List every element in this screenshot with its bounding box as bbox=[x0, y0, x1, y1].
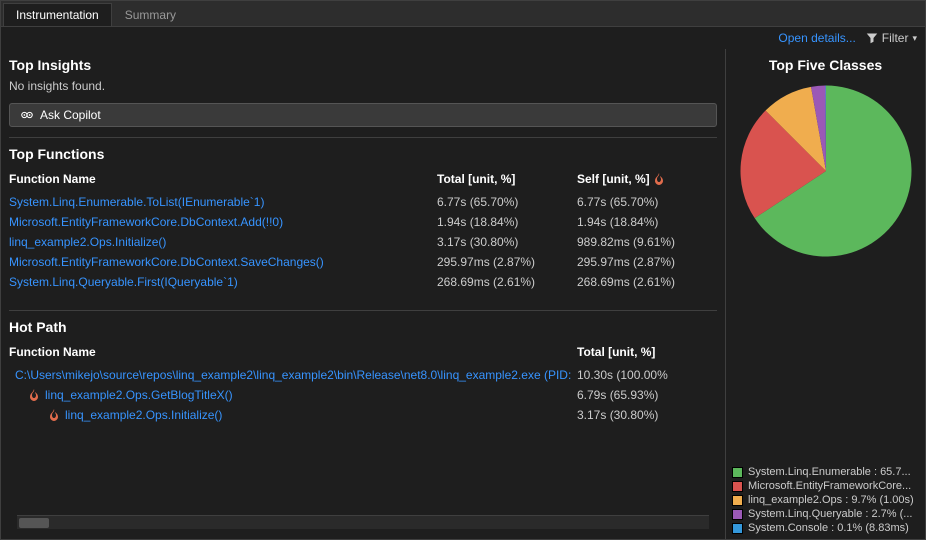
legend-label: Microsoft.EntityFrameworkCore... bbox=[748, 480, 911, 492]
tab-instrumentation[interactable]: Instrumentation bbox=[3, 3, 112, 26]
self-cell: 268.69ms (2.61%) bbox=[577, 275, 717, 289]
col-header-total[interactable]: Total [unit, %] bbox=[437, 172, 577, 186]
chevron-down-icon: ▾ bbox=[912, 33, 917, 44]
legend-item[interactable]: System.Linq.Queryable : 2.7% (... bbox=[732, 507, 919, 521]
table-row: Microsoft.EntityFrameworkCore.DbContext.… bbox=[9, 252, 717, 272]
total-cell: 1.94s (18.84%) bbox=[437, 215, 577, 229]
scrollbar-thumb[interactable] bbox=[19, 518, 49, 528]
self-cell: 295.97ms (2.87%) bbox=[577, 255, 717, 269]
self-cell: 1.94s (18.84%) bbox=[577, 215, 717, 229]
legend-label: System.Linq.Enumerable : 65.7... bbox=[748, 466, 911, 478]
hot-path-name: C:\Users\mikejo\source\repos\linq_exampl… bbox=[9, 368, 571, 382]
flame-icon bbox=[49, 409, 59, 421]
hot-path-row: C:\Users\mikejo\source\repos\linq_exampl… bbox=[9, 365, 717, 385]
horizontal-scrollbar[interactable] bbox=[17, 515, 709, 529]
function-link[interactable]: linq_example2.Ops.Initialize() bbox=[65, 408, 222, 422]
col-header-name[interactable]: Function Name bbox=[9, 172, 437, 186]
legend-item[interactable]: Microsoft.EntityFrameworkCore... bbox=[732, 479, 919, 493]
tab-summary[interactable]: Summary bbox=[112, 3, 189, 26]
top-insights-title: Top Insights bbox=[9, 49, 717, 77]
copilot-icon bbox=[20, 108, 34, 122]
legend-label: System.Console : 0.1% (8.83ms) bbox=[748, 522, 909, 534]
col-header-self[interactable]: Self [unit, %] bbox=[577, 172, 717, 186]
legend-swatch bbox=[732, 481, 743, 492]
tab-bar: Instrumentation Summary bbox=[1, 1, 925, 27]
self-cell: 6.77s (65.70%) bbox=[577, 195, 717, 209]
hot-path-title: Hot Path bbox=[9, 311, 717, 339]
hot-path-name: linq_example2.Ops.GetBlogTitleX() bbox=[9, 388, 571, 402]
top-classes-pie-chart bbox=[736, 81, 916, 261]
function-link[interactable]: linq_example2.Ops.Initialize() bbox=[9, 235, 437, 249]
total-cell: 295.97ms (2.87%) bbox=[437, 255, 577, 269]
flame-icon bbox=[29, 389, 39, 401]
legend-item[interactable]: linq_example2.Ops : 9.7% (1.00s) bbox=[732, 493, 919, 507]
legend-swatch bbox=[732, 523, 743, 534]
total-cell: 268.69ms (2.61%) bbox=[437, 275, 577, 289]
self-cell: 989.82ms (9.61%) bbox=[577, 235, 717, 249]
function-link[interactable]: System.Linq.Enumerable.ToList(IEnumerabl… bbox=[9, 195, 437, 209]
legend-swatch bbox=[732, 495, 743, 506]
legend-swatch bbox=[732, 467, 743, 478]
top-classes-legend: System.Linq.Enumerable : 65.7... Microsof… bbox=[726, 461, 925, 539]
open-details-link[interactable]: Open details... bbox=[778, 31, 855, 45]
function-link[interactable]: C:\Users\mikejo\source\repos\linq_exampl… bbox=[15, 368, 571, 382]
filter-button[interactable]: Filter ▾ bbox=[866, 31, 917, 45]
hot-path-total: 6.79s (65.93%) bbox=[577, 388, 717, 402]
legend-swatch bbox=[732, 509, 743, 520]
flame-icon bbox=[654, 173, 664, 185]
hot-path-name: linq_example2.Ops.Initialize() bbox=[9, 408, 571, 422]
total-cell: 6.77s (65.70%) bbox=[437, 195, 577, 209]
no-insights-text: No insights found. bbox=[9, 77, 717, 103]
table-row: System.Linq.Enumerable.ToList(IEnumerabl… bbox=[9, 192, 717, 212]
legend-label: System.Linq.Queryable : 2.7% (... bbox=[748, 508, 912, 520]
top-classes-title: Top Five Classes bbox=[726, 49, 925, 77]
hot-path-total: 3.17s (30.80%) bbox=[577, 408, 717, 422]
legend-item[interactable]: System.Linq.Enumerable : 65.7... bbox=[732, 465, 919, 479]
table-row: Microsoft.EntityFrameworkCore.DbContext.… bbox=[9, 212, 717, 232]
function-link[interactable]: linq_example2.Ops.GetBlogTitleX() bbox=[45, 388, 233, 402]
toolbar: Open details... Filter ▾ bbox=[1, 27, 925, 49]
top-functions-title: Top Functions bbox=[9, 138, 717, 166]
ask-copilot-button[interactable]: Ask Copilot bbox=[9, 103, 717, 127]
table-row: linq_example2.Ops.Initialize()3.17s (30.… bbox=[9, 232, 717, 252]
legend-item[interactable]: System.Console : 0.1% (8.83ms) bbox=[732, 521, 919, 535]
hot-path-row: linq_example2.Ops.GetBlogTitleX() 6.79s (… bbox=[9, 385, 717, 405]
total-cell: 3.17s (30.80%) bbox=[437, 235, 577, 249]
hp-col-name[interactable]: Function Name bbox=[9, 345, 577, 359]
hot-path-row: linq_example2.Ops.Initialize() 3.17s (30.… bbox=[9, 405, 717, 425]
hp-col-total[interactable]: Total [unit, %] bbox=[577, 345, 717, 359]
filter-icon bbox=[866, 32, 878, 44]
ask-copilot-label: Ask Copilot bbox=[40, 108, 101, 122]
legend-label: linq_example2.Ops : 9.7% (1.00s) bbox=[748, 494, 914, 506]
hot-path-table: Function Name Total [unit, %] C:\Users\m… bbox=[9, 339, 717, 425]
function-link[interactable]: Microsoft.EntityFrameworkCore.DbContext.… bbox=[9, 215, 437, 229]
table-row: System.Linq.Queryable.First(IQueryable`1… bbox=[9, 272, 717, 292]
function-link[interactable]: System.Linq.Queryable.First(IQueryable`1… bbox=[9, 275, 437, 289]
top-functions-table: Function Name Total [unit, %] Self [unit… bbox=[9, 166, 717, 292]
hot-path-total: 10.30s (100.00% bbox=[577, 368, 717, 382]
filter-label: Filter bbox=[882, 31, 909, 45]
function-link[interactable]: Microsoft.EntityFrameworkCore.DbContext.… bbox=[9, 255, 437, 269]
